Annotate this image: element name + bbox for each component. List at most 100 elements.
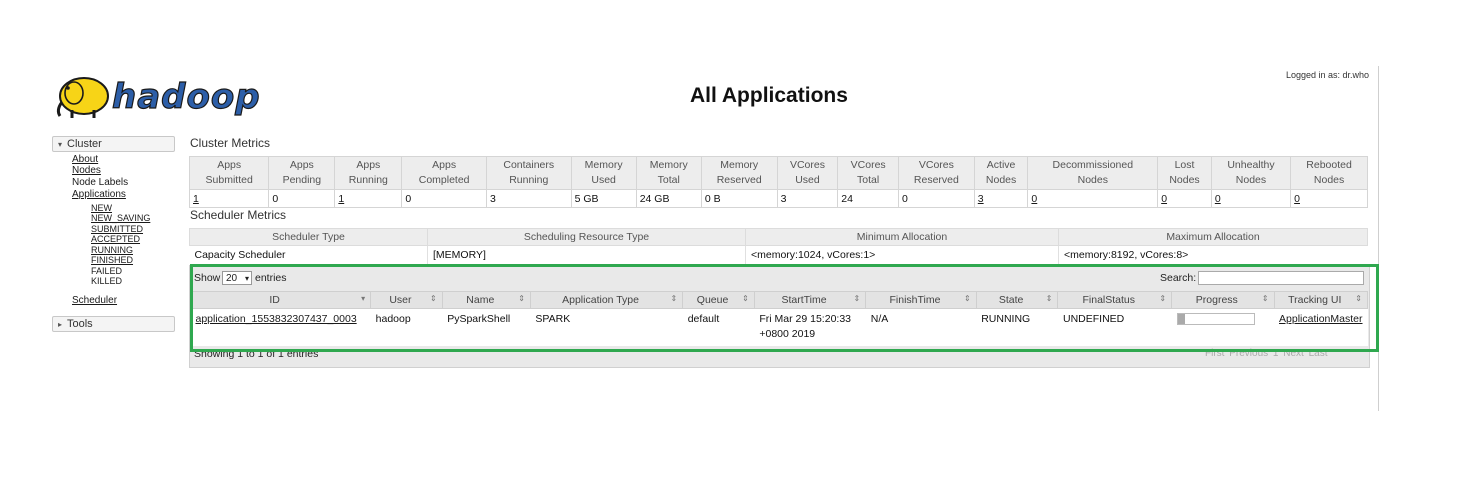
sidebar-link-submitted[interactable]: SUBMITTED — [91, 224, 143, 234]
cluster-metric-header-line2: Pending — [282, 174, 322, 186]
cluster-metric-header-line1: VCores — [850, 159, 886, 171]
cluster-metric-value: 0 — [1157, 189, 1212, 208]
cluster-metric-link[interactable]: 0 — [1031, 193, 1037, 205]
cluster-metric-header: Apps Completed — [401, 156, 487, 190]
sidebar-link-new[interactable]: NEW — [91, 203, 112, 213]
sidebar-link-node-labels[interactable]: Node Labels — [72, 177, 128, 188]
sidebar-link-accepted[interactable]: ACCEPTED — [91, 234, 140, 244]
sidebar-link-new-saving[interactable]: NEW_SAVING — [91, 213, 150, 223]
cluster-metric-value: 1 — [334, 189, 403, 208]
cluster-metric-header-line1: Rebooted — [1306, 159, 1352, 171]
scheduler-type-header: Scheduler Type — [189, 228, 428, 246]
sidebar-link-nodes[interactable]: Nodes — [72, 165, 101, 176]
minimum-allocation-value: <memory:1024, vCores:1> — [745, 245, 1059, 264]
cluster-metric-value: 3 — [973, 189, 1029, 208]
cluster-metric-value: 24 GB — [635, 189, 702, 208]
sidebar-link-running[interactable]: RUNNING — [91, 245, 133, 255]
cluster-metric-header-line1: VCores — [789, 159, 825, 171]
scheduling-resource-type-value: [MEMORY] — [427, 245, 746, 264]
sidebar-tools-label: Tools — [67, 318, 93, 330]
cluster-metric-header-line2: Total — [857, 174, 880, 186]
cluster-metric-header-line2: Nodes — [1313, 174, 1345, 186]
cluster-metric-header: Lost Nodes — [1157, 156, 1212, 190]
cluster-metric-header-line2: Nodes — [1169, 174, 1200, 186]
cluster-metric-header-line2: Reserved — [913, 174, 959, 186]
cluster-metric-link[interactable]: 3 — [978, 193, 984, 205]
cluster-metric-header-line2: Used — [591, 174, 616, 186]
maximum-allocation-header: Maximum Allocation — [1058, 228, 1368, 246]
cluster-metric-header-line2: Running — [509, 174, 549, 186]
scheduler-type-value: Capacity Scheduler — [194, 249, 286, 261]
cluster-metric-header-line1: VCores — [918, 159, 954, 171]
collapse-triangle-icon: ▾ — [57, 140, 62, 149]
cluster-metric-header-line1: Memory — [649, 159, 688, 171]
cluster-metric-header-line1: Memory — [584, 159, 623, 171]
cluster-metric-value: 3 — [776, 189, 839, 208]
cluster-metric-link[interactable]: 0 — [1294, 193, 1300, 205]
cluster-metric-header-line2: Used — [795, 174, 820, 186]
cluster-metric-header: Unhealthy Nodes — [1210, 156, 1292, 190]
cluster-metric-value: 1 — [188, 189, 270, 208]
cluster-metric-link[interactable]: 1 — [193, 193, 199, 205]
cluster-metric-header-line1: Apps — [432, 159, 457, 171]
expand-triangle-icon: ▸ — [57, 320, 62, 329]
sidebar-link-killed[interactable]: KILLED — [91, 276, 122, 286]
cluster-metric-link[interactable]: 0 — [1161, 193, 1167, 205]
sidebar-tools-toggle[interactable]: ▸ Tools — [52, 316, 175, 332]
hadoop-logo: hadoop — [54, 70, 269, 122]
cluster-metric-header: VCores Reserved — [898, 156, 975, 190]
cluster-metric-header-line1: Lost — [1174, 159, 1195, 171]
sidebar-link-applications[interactable]: Applications — [72, 189, 126, 200]
cluster-metric-header-line1: Apps — [217, 159, 242, 171]
cluster-metric-value: 3 — [485, 189, 572, 208]
page-title: All Applications — [690, 84, 848, 107]
cluster-metric-header-line1: Apps — [356, 159, 381, 171]
sidebar-link-scheduler[interactable]: Scheduler — [72, 295, 117, 306]
cluster-metric-value: 0 — [401, 189, 487, 208]
sidebar-link-about[interactable]: About — [72, 154, 98, 165]
cluster-metric-value: 0 — [1027, 189, 1159, 208]
cluster-metric-header: Decommissioned Nodes — [1027, 156, 1159, 190]
cluster-metric-header: Apps Running — [334, 156, 403, 190]
cluster-metrics-table: Apps Submitted Apps Pending Apps Running Apps C… — [188, 156, 1368, 208]
cluster-metric-value: 5 GB — [570, 189, 637, 208]
cluster-metric-header: Memory Used — [570, 156, 637, 190]
cluster-metric-value: 24 — [837, 189, 899, 208]
cluster-metric-header: Apps Submitted — [188, 156, 270, 190]
cluster-metric-header: Rebooted Nodes — [1290, 156, 1368, 190]
cluster-metric-value: 0 — [268, 189, 336, 208]
cluster-metric-link[interactable]: 1 — [338, 193, 344, 205]
cluster-metrics-title: Cluster Metrics — [190, 136, 271, 150]
cluster-metric-link[interactable]: 0 — [1215, 193, 1221, 205]
cluster-metric-header: Containers Running — [485, 156, 572, 190]
cluster-metric-header: VCores Used — [776, 156, 839, 190]
scheduling-resource-type-header: Scheduling Resource Type — [427, 228, 746, 246]
cluster-metric-header-line2: Completed — [418, 174, 470, 186]
cluster-metric-header-line1: Active — [986, 159, 1016, 171]
cluster-metric-header-line1: Apps — [289, 159, 314, 171]
cluster-metric-header: Active Nodes — [973, 156, 1029, 190]
cluster-metric-header-line2: Total — [657, 174, 680, 186]
logged-in-status: Logged in as: dr.who — [1286, 70, 1370, 80]
maximum-allocation-value: <memory:8192, vCores:8> — [1058, 245, 1368, 264]
cluster-metric-header-line1: Containers — [503, 159, 555, 171]
sidebar-link-failed[interactable]: FAILED — [91, 266, 122, 276]
cluster-metric-header: Apps Pending — [268, 156, 336, 190]
cluster-metric-header: Memory Reserved — [700, 156, 778, 190]
minimum-allocation-header: Minimum Allocation — [745, 228, 1059, 246]
cluster-metric-header: VCores Total — [837, 156, 899, 190]
scheduler-metrics-table: Scheduler Type Scheduling Resource Type … — [189, 228, 1368, 264]
cluster-metric-header-line1: Unhealthy — [1227, 159, 1275, 171]
sidebar-link-finished[interactable]: FINISHED — [91, 255, 133, 265]
cluster-metric-value: 0 — [1290, 189, 1368, 208]
cluster-metric-header-line2: Nodes — [1077, 174, 1108, 186]
cluster-metric-header-line2: Nodes — [1235, 174, 1267, 186]
sidebar-cluster-label: Cluster — [67, 138, 102, 150]
cluster-metric-header-line1: Memory — [720, 159, 759, 171]
cluster-metric-header-line2: Submitted — [205, 174, 253, 186]
highlight-box — [190, 264, 1379, 352]
sidebar-cluster-toggle[interactable]: ▾ Cluster — [52, 136, 175, 152]
cluster-metric-value: 0 — [898, 189, 975, 208]
cluster-metric-header-line1: Decommissioned — [1052, 159, 1134, 171]
cluster-metric-header-line2: Reserved — [716, 174, 762, 186]
